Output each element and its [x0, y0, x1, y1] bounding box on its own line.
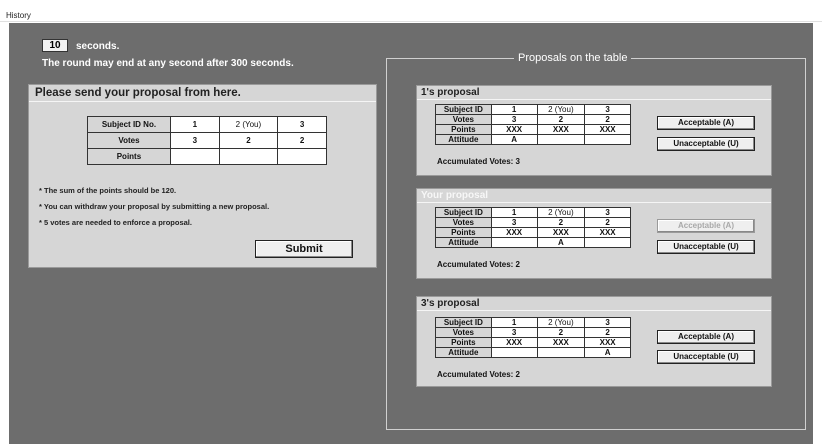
- votes-label: Votes: [87, 132, 171, 149]
- round-notice: The round may end at any second after 30…: [42, 58, 294, 69]
- points-label: Points: [435, 124, 492, 135]
- votes-cell: 2: [584, 114, 631, 125]
- points-cell: XXX: [490, 227, 538, 238]
- header-cell: 2 (You): [218, 116, 279, 133]
- votes-cell: 3: [169, 132, 220, 149]
- title-divider: [417, 99, 771, 100]
- votes-label: Votes: [435, 327, 492, 338]
- votes-cell: 3: [490, 327, 538, 338]
- points-cell: XXX: [536, 124, 586, 135]
- points-label: Points: [435, 337, 492, 348]
- votes-label: Votes: [435, 217, 492, 228]
- attitude-cell: [584, 134, 631, 145]
- acceptable-button: Acceptable (A): [657, 219, 755, 233]
- votes-cell: 2: [218, 132, 279, 149]
- points-label: Points: [435, 227, 492, 238]
- proposal-title: 3's proposal: [421, 298, 480, 309]
- points-input[interactable]: [169, 148, 220, 165]
- votes-cell: 3: [490, 114, 538, 125]
- unacceptable-button[interactable]: Unacceptable (U): [657, 137, 755, 151]
- proposal-title: 1's proposal: [421, 87, 480, 98]
- title-divider: [29, 101, 376, 102]
- header-cell: 2 (You): [536, 207, 586, 218]
- menu-history[interactable]: History: [6, 11, 31, 20]
- proposal-title: Your proposal: [421, 190, 489, 201]
- send-panel-title: Please send your proposal from here.: [35, 87, 241, 99]
- attitude-cell: [490, 347, 538, 358]
- unacceptable-button[interactable]: Unacceptable (U): [657, 350, 755, 364]
- proposal-card-1: 1's proposal Subject ID 1 2 (You) 3 Vote…: [416, 85, 772, 176]
- submit-button[interactable]: Submit: [255, 240, 353, 258]
- menu-bar: History: [0, 0, 822, 22]
- points-cell: XXX: [490, 124, 538, 135]
- header-cell: 1: [169, 116, 220, 133]
- header-cell: 3: [584, 104, 631, 115]
- attitude-cell: [584, 237, 631, 248]
- points-input[interactable]: [277, 148, 327, 165]
- proposal-table: Subject ID 1 2 (You) 3 Votes 3 2 2 Point…: [435, 317, 631, 358]
- votes-cell: 3: [490, 217, 538, 228]
- attitude-cell: A: [536, 237, 586, 248]
- points-cell: XXX: [584, 227, 631, 238]
- header-cell: Subject ID No.: [87, 116, 171, 133]
- attitude-cell: [536, 347, 586, 358]
- header-cell: 3: [584, 317, 631, 328]
- unacceptable-button[interactable]: Unacceptable (U): [657, 240, 755, 254]
- attitude-label: Attitude: [435, 134, 492, 145]
- proposal-table: Subject ID 1 2 (You) 3 Votes 3 2 2 Point…: [435, 207, 631, 248]
- header-cell: Subject ID: [435, 317, 492, 328]
- points-cell: XXX: [584, 124, 631, 135]
- header-cell: 3: [277, 116, 327, 133]
- timer-unit: seconds.: [76, 41, 120, 52]
- votes-cell: 2: [584, 217, 631, 228]
- attitude-label: Attitude: [435, 237, 492, 248]
- votes-cell: 2: [536, 327, 586, 338]
- points-input[interactable]: [218, 148, 279, 165]
- points-label: Points: [87, 148, 171, 165]
- points-cell: XXX: [536, 227, 586, 238]
- votes-cell: 2: [277, 132, 327, 149]
- accumulated-votes: Accumulated Votes: 2: [437, 260, 520, 269]
- note-votes-needed: * 5 votes are needed to enforce a propos…: [39, 218, 192, 227]
- header-cell: 1: [490, 317, 538, 328]
- accumulated-votes: Accumulated Votes: 2: [437, 370, 520, 379]
- proposal-card-3: 3's proposal Subject ID 1 2 (You) 3 Vote…: [416, 296, 772, 387]
- header-cell: 2 (You): [536, 104, 586, 115]
- attitude-cell: [536, 134, 586, 145]
- title-divider: [417, 202, 771, 203]
- header-cell: Subject ID: [435, 207, 492, 218]
- proposal-input-table: Subject ID No. 1 2 (You) 3 Votes 3 2 2 P…: [87, 116, 327, 165]
- experiment-window: History 10 seconds. The round may end at…: [0, 0, 822, 446]
- header-cell: 1: [490, 207, 538, 218]
- accumulated-votes: Accumulated Votes: 3: [437, 157, 520, 166]
- attitude-cell: A: [584, 347, 631, 358]
- title-divider: [417, 310, 771, 311]
- header-cell: Subject ID: [435, 104, 492, 115]
- proposal-table: Subject ID 1 2 (You) 3 Votes 3 2 2 Point…: [435, 104, 631, 145]
- header-cell: 3: [584, 207, 631, 218]
- attitude-cell: A: [490, 134, 538, 145]
- send-proposal-panel: Please send your proposal from here. Sub…: [28, 84, 377, 268]
- points-cell: XXX: [490, 337, 538, 348]
- votes-cell: 2: [536, 217, 586, 228]
- timer-value: 10: [42, 39, 68, 52]
- attitude-cell: [490, 237, 538, 248]
- proposals-title: Proposals on the table: [514, 52, 632, 64]
- header-cell: 2 (You): [536, 317, 586, 328]
- note-withdraw: * You can withdraw your proposal by subm…: [39, 202, 270, 211]
- acceptable-button[interactable]: Acceptable (A): [657, 330, 755, 344]
- votes-cell: 2: [536, 114, 586, 125]
- note-sum: * The sum of the points should be 120.: [39, 186, 177, 195]
- proposal-card-yours: Your proposal Subject ID 1 2 (You) 3 Vot…: [416, 188, 772, 279]
- votes-label: Votes: [435, 114, 492, 125]
- points-cell: XXX: [584, 337, 631, 348]
- acceptable-button[interactable]: Acceptable (A): [657, 116, 755, 130]
- votes-cell: 2: [584, 327, 631, 338]
- header-cell: 1: [490, 104, 538, 115]
- points-cell: XXX: [536, 337, 586, 348]
- attitude-label: Attitude: [435, 347, 492, 358]
